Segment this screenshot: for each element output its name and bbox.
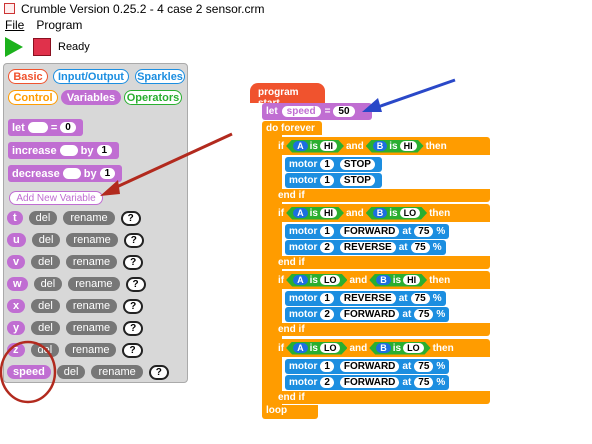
blue-arrowhead — [362, 98, 382, 112]
red-circle — [0, 340, 57, 404]
red-arrowhead — [100, 180, 120, 196]
annotations — [0, 78, 456, 404]
red-arrow — [109, 132, 233, 192]
blue-arrow — [374, 78, 456, 110]
